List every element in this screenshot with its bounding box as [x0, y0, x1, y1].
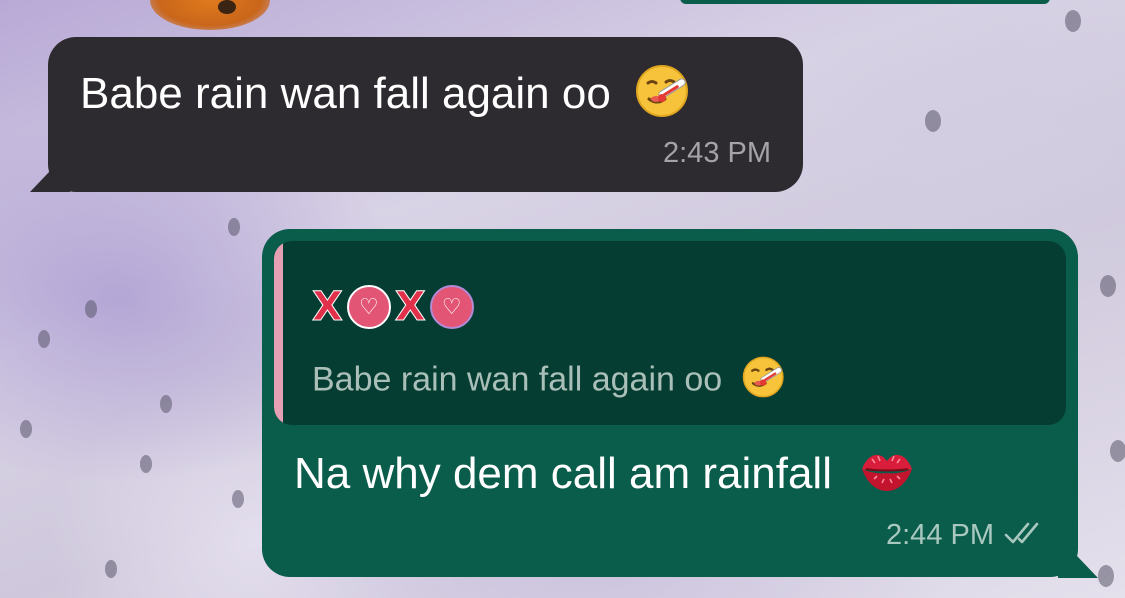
wallpaper-dot	[85, 300, 97, 318]
wallpaper-dot	[105, 560, 117, 578]
chat-wallpaper: Babe rain wan fall again oo 2:43 PM X ♡ …	[0, 0, 1125, 598]
outgoing-message-text-row: Na why dem call am rainfall	[294, 447, 916, 506]
wallpaper-dot	[1098, 565, 1114, 587]
quote-author-x: X	[312, 284, 344, 331]
wallpaper-dot	[1110, 440, 1125, 462]
wallpaper-orange-shape	[150, 0, 270, 30]
wallpaper-dot	[1100, 275, 1116, 297]
incoming-message-text-row: Babe rain wan fall again oo	[80, 63, 691, 130]
face-with-thermometer-icon	[742, 355, 786, 408]
wallpaper-dot	[38, 330, 50, 348]
incoming-message-text: Babe rain wan fall again oo	[80, 69, 611, 119]
heart-icon: ♡	[429, 285, 474, 329]
outgoing-message-meta: 2:44 PM	[886, 519, 1048, 552]
wallpaper-dot	[1065, 10, 1081, 32]
previous-message-bubble-edge	[680, 0, 1050, 4]
quoted-message-text: Babe rain wan fall again oo	[312, 360, 723, 399]
wallpaper-dot	[925, 110, 941, 132]
quote-author-x: X	[394, 284, 426, 331]
outgoing-message-text: Na why dem call am rainfall	[294, 449, 832, 499]
quoted-message-text-row: Babe rain wan fall again oo	[312, 355, 786, 408]
heart-icon: ♡	[346, 285, 391, 329]
kiss-mark-icon	[858, 447, 916, 506]
incoming-message-timestamp: 2:43 PM	[663, 137, 771, 169]
quoted-reply[interactable]: X ♡ X ♡ Babe rain wan fall again oo	[274, 241, 1066, 425]
quote-accent-bar	[274, 241, 283, 425]
wallpaper-dot	[228, 218, 240, 236]
wallpaper-dot	[20, 420, 32, 438]
wallpaper-dot	[140, 455, 152, 473]
incoming-message-bubble[interactable]: Babe rain wan fall again oo 2:43 PM	[48, 37, 803, 192]
wallpaper-dot	[232, 490, 244, 508]
outgoing-message-timestamp: 2:44 PM	[886, 519, 994, 551]
wallpaper-dot	[160, 395, 172, 413]
outgoing-message-bubble[interactable]: X ♡ X ♡ Babe rain wan fall again oo Na w…	[262, 229, 1078, 577]
face-with-thermometer-icon	[635, 63, 691, 130]
wallpaper-shape-eye	[218, 0, 236, 14]
quote-author-name: X ♡ X ♡	[312, 279, 474, 335]
double-check-icon	[1004, 519, 1048, 552]
